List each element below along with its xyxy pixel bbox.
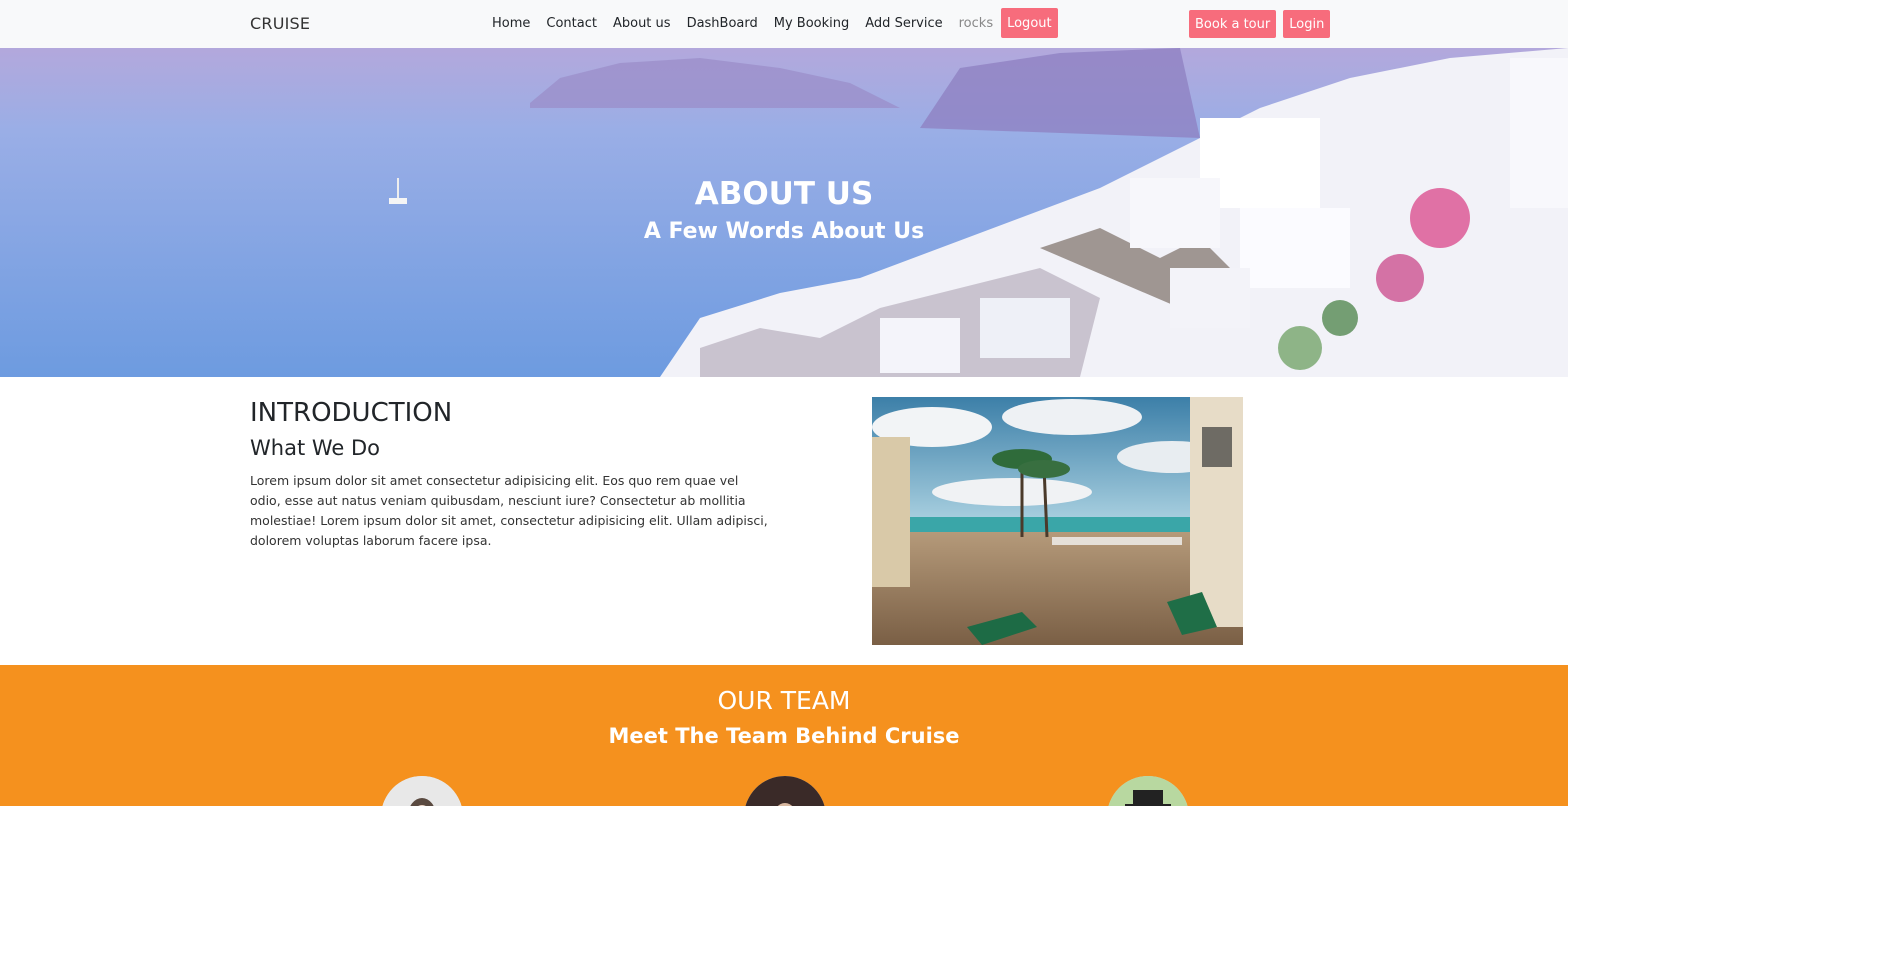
hero-background-image bbox=[0, 48, 1568, 377]
logout-button[interactable]: Logout bbox=[1001, 8, 1058, 38]
nav-link-about[interactable]: About us bbox=[605, 16, 679, 31]
brand-logo[interactable]: CRUISE bbox=[250, 14, 310, 33]
team-title: OUR TEAM bbox=[717, 686, 851, 715]
intro-title: INTRODUCTION bbox=[250, 398, 453, 428]
team-subtitle: Meet The Team Behind Cruise bbox=[608, 724, 960, 748]
team-section: OUR TEAM Meet The Team Behind Cruise bbox=[0, 665, 1568, 806]
team-member-avatar bbox=[381, 776, 463, 806]
team-member-avatar bbox=[1107, 776, 1189, 806]
login-button[interactable]: Login bbox=[1283, 10, 1331, 38]
navbar: CRUISE Home Contact About us DashBoard M… bbox=[0, 0, 1568, 48]
nav-links: Home Contact About us DashBoard My Booki… bbox=[484, 8, 1058, 38]
team-member-avatar bbox=[744, 776, 826, 806]
intro-subtitle: What We Do bbox=[250, 436, 380, 460]
nav-link-dashboard[interactable]: DashBoard bbox=[679, 16, 766, 31]
resort-deck-picture bbox=[872, 397, 1243, 645]
navbar-actions: Book a tour Login bbox=[1189, 10, 1337, 38]
hero-subtitle: A Few Words About Us bbox=[643, 219, 925, 244]
nav-link-my-booking[interactable]: My Booking bbox=[766, 16, 858, 31]
nav-link-home[interactable]: Home bbox=[484, 16, 538, 31]
nav-link-add-service[interactable]: Add Service bbox=[857, 16, 950, 31]
resort-deck-image bbox=[872, 397, 1243, 645]
hero-banner: ABOUT US A Few Words About Us bbox=[0, 48, 1568, 377]
nav-link-contact[interactable]: Contact bbox=[538, 16, 605, 31]
hero-title: ABOUT US bbox=[694, 176, 874, 212]
username-label: rocks bbox=[958, 15, 994, 31]
book-tour-button[interactable]: Book a tour bbox=[1189, 10, 1277, 38]
intro-paragraph: Lorem ipsum dolor sit amet consectetur a… bbox=[250, 473, 768, 548]
